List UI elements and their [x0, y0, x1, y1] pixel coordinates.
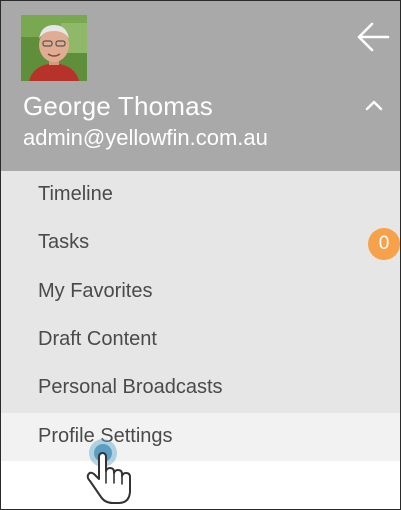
chevron-up-icon: [365, 100, 383, 111]
menu-item-label: Timeline: [38, 183, 113, 205]
avatar[interactable]: [21, 15, 87, 81]
collapse-profile-button[interactable]: [362, 97, 386, 115]
menu-item-draft-content[interactable]: Draft Content: [1, 316, 400, 364]
menu-item-profile-settings[interactable]: Profile Settings: [1, 413, 400, 461]
user-name: George Thomas: [23, 91, 213, 121]
menu-item-tasks[interactable]: Tasks: [1, 219, 400, 267]
hand-pointer-icon: [81, 437, 137, 507]
menu-item-label: Draft Content: [38, 328, 157, 350]
menu-item-label: Personal Broadcasts: [38, 376, 223, 398]
menu-item-label: My Favorites: [38, 280, 153, 302]
profile-header: George Thomas admin@yellowfin.com.au: [1, 1, 400, 171]
user-email: admin@yellowfin.com.au: [23, 125, 268, 150]
menu-item-my-favorites[interactable]: My Favorites: [1, 268, 400, 316]
back-button[interactable]: [354, 19, 392, 55]
tasks-count-badge: 0: [368, 228, 400, 260]
menu-item-timeline[interactable]: Timeline: [1, 171, 400, 219]
menu-item-label: Tasks: [38, 231, 90, 253]
menu-item-personal-broadcasts[interactable]: Personal Broadcasts: [1, 364, 400, 412]
arrow-left-icon: [357, 22, 390, 52]
nav-menu: Timeline Tasks My Favorites Draft Conten…: [1, 171, 400, 461]
nav-drawer: George Thomas admin@yellowfin.com.au Tim…: [0, 0, 401, 510]
